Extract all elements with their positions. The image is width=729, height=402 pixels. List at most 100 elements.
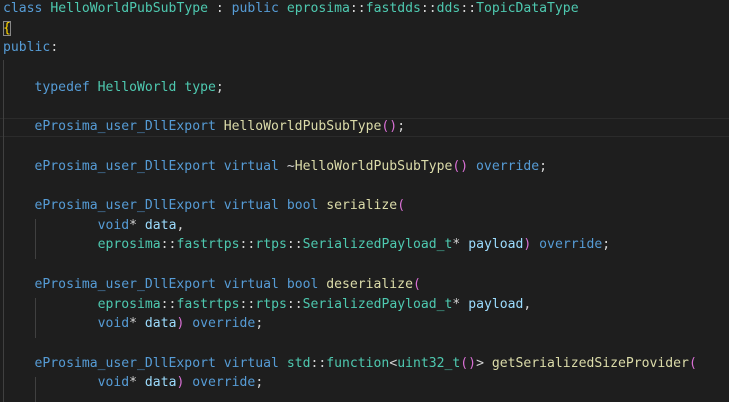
code-token: eProsima_user_DllExport xyxy=(3,158,224,174)
code-token: , xyxy=(176,217,185,233)
code-token: > xyxy=(476,355,492,371)
code-token: SerializedPayload_t xyxy=(302,296,453,312)
code-token: :: xyxy=(286,237,303,253)
code-token: dds xyxy=(436,1,461,16)
code-token: { xyxy=(3,20,11,36)
code-token: ; xyxy=(539,158,548,174)
code-token: :: xyxy=(160,296,177,312)
code-token: HelloWorld xyxy=(97,79,177,95)
code-token: rtps xyxy=(255,237,287,253)
code-line[interactable]: { xyxy=(3,19,11,39)
code-token: ; xyxy=(255,375,264,391)
code-line[interactable]: void* data, xyxy=(3,216,185,236)
code-line[interactable]: void* data) override; xyxy=(3,373,264,393)
code-token: :: xyxy=(310,355,327,371)
code-token: ( xyxy=(688,355,697,371)
code-token: :: xyxy=(286,296,303,312)
code-line[interactable]: eprosima::fastrtps::rtps::SerializedPayl… xyxy=(3,295,532,315)
code-token: :: xyxy=(349,1,366,16)
code-token: : xyxy=(50,40,59,56)
code-token: ( xyxy=(397,198,406,213)
code-token: HelloWorldPubSubType xyxy=(294,158,453,174)
code-token: fastdds xyxy=(365,1,421,16)
code-token: :: xyxy=(239,237,256,253)
code-token: fastrtps xyxy=(176,296,240,312)
code-token: override xyxy=(539,237,603,253)
code-line[interactable]: void* data) override; xyxy=(3,314,264,334)
code-token: deserialize xyxy=(326,276,413,292)
code-token: data xyxy=(144,217,177,233)
code-token: class xyxy=(3,1,51,16)
code-token: SerializedPayload_t xyxy=(302,237,453,253)
code-token: HelloWorldPubSubType xyxy=(50,1,208,16)
code-token: :: xyxy=(420,1,437,16)
code-token: TopicDataType xyxy=(476,1,579,16)
code-token: type xyxy=(184,79,216,95)
code-token: serialize xyxy=(326,198,398,213)
code-line[interactable]: eProsima_user_DllExport virtual ~HelloWo… xyxy=(3,157,547,177)
code-token: ; xyxy=(255,316,264,332)
code-line[interactable]: public: xyxy=(3,38,58,58)
code-token: uint32_t xyxy=(397,355,461,371)
code-line[interactable]: eprosima::fastrtps::rtps::SerializedPayl… xyxy=(3,235,611,255)
code-token: eProsima_user_DllExport xyxy=(3,198,224,213)
code-line[interactable]: class HelloWorldPubSubType : public epro… xyxy=(3,0,579,19)
code-line[interactable]: eProsima_user_DllExport virtual bool des… xyxy=(3,275,421,295)
code-token: eProsima_user_DllExport xyxy=(3,276,224,292)
code-token: * xyxy=(452,237,469,253)
code-token: virtual xyxy=(223,355,287,371)
code-token: ; xyxy=(602,237,611,253)
code-token: () xyxy=(381,119,398,135)
code-token: * xyxy=(129,316,145,332)
code-token: getSerializedSizeProvider xyxy=(491,355,689,371)
code-token: * xyxy=(129,217,145,233)
code-token: override xyxy=(192,375,256,391)
code-token: std xyxy=(286,355,311,371)
code-token: : xyxy=(207,1,232,16)
code-token: ; xyxy=(397,119,406,135)
code-token: eprosima xyxy=(286,1,350,16)
code-token: virtual xyxy=(223,276,287,292)
code-token: :: xyxy=(160,237,177,253)
code-line[interactable]: eProsima_user_DllExport HelloWorldPubSub… xyxy=(3,117,406,137)
code-token: bool xyxy=(286,276,327,292)
code-token: typedef xyxy=(3,79,98,95)
code-token: * xyxy=(129,375,145,391)
code-token: rtps xyxy=(255,296,287,312)
code-line[interactable]: eProsima_user_DllExport virtual bool ser… xyxy=(3,196,406,216)
code-token: payload xyxy=(468,296,524,312)
code-token: ( xyxy=(412,276,421,292)
code-token: public xyxy=(231,1,287,16)
code-token: override xyxy=(476,158,540,174)
code-token: payload xyxy=(468,237,524,253)
code-token: , xyxy=(523,296,532,312)
code-token: override xyxy=(192,316,256,332)
code-token: void xyxy=(3,217,130,233)
code-token: :: xyxy=(460,1,477,16)
code-token: void xyxy=(3,316,130,332)
code-token: eProsima_user_DllExport xyxy=(3,119,224,135)
code-line[interactable]: typedef HelloWorld type; xyxy=(3,78,224,98)
code-token: bool xyxy=(286,198,327,213)
code-token: fastrtps xyxy=(176,237,240,253)
code-token: () xyxy=(452,158,469,174)
code-token: eprosima xyxy=(3,237,161,253)
code-token: virtual xyxy=(223,198,287,213)
code-token: eProsima_user_DllExport xyxy=(3,355,224,371)
code-line[interactable]: eProsima_user_DllExport virtual std::fun… xyxy=(3,354,697,374)
code-token: eprosima xyxy=(3,296,161,312)
code-token: :: xyxy=(239,296,256,312)
code-token: ; xyxy=(215,79,224,95)
code-token: HelloWorldPubSubType xyxy=(223,119,382,135)
code-token: void xyxy=(3,375,130,391)
code-token: () xyxy=(460,355,477,371)
code-token: public xyxy=(3,40,51,56)
code-token: function xyxy=(326,355,390,371)
code-token: data xyxy=(144,316,177,332)
code-token: data xyxy=(144,375,177,391)
code-token: virtual xyxy=(223,158,287,174)
code-editor[interactable]: class HelloWorldPubSubType : public epro… xyxy=(0,0,729,402)
code-token: ~ xyxy=(286,158,295,174)
